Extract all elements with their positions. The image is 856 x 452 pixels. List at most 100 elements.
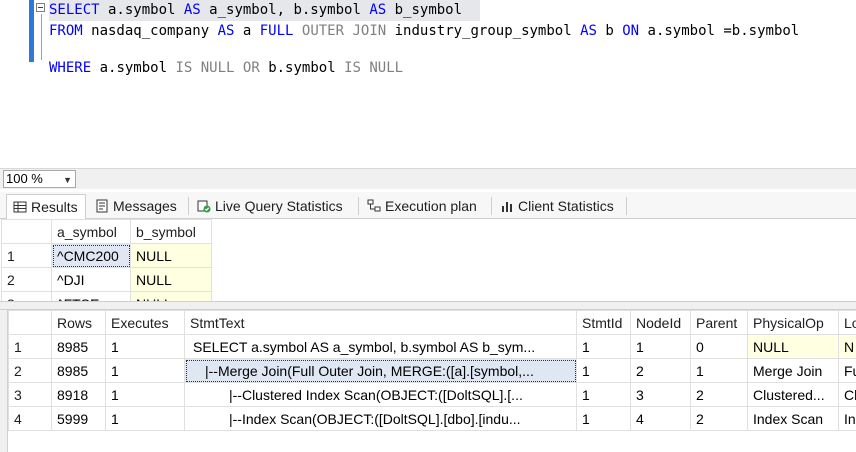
cell[interactable]: 1 [630, 334, 691, 359]
cell[interactable]: 5999 [51, 406, 106, 431]
sql-keyword: NULL [369, 60, 404, 76]
cell[interactable]: Index Scan [747, 406, 839, 431]
results-grid-2[interactable]: Rows Executes StmtText StmtId NodeId Par… [0, 310, 856, 452]
column-header-logicalop[interactable]: LogicalOp [838, 310, 856, 335]
cell[interactable]: Clustered Index Scan [838, 382, 856, 407]
table-row[interactable]: 3 8918 1 |--Clustered Index Scan(OBJECT:… [8, 382, 856, 407]
tab-live-query-statistics[interactable]: Live Query Statistics [191, 194, 343, 218]
tab-results[interactable]: Results [6, 194, 86, 219]
row-number[interactable]: 3 [8, 382, 52, 407]
cell[interactable]: |--Clustered Index Scan(OBJECT:([DoltSQL… [184, 382, 577, 407]
cell[interactable]: 1 [105, 406, 185, 431]
dropdown-arrow-icon[interactable]: ▼ [63, 172, 72, 188]
tab-execution-plan[interactable]: Execution plan [361, 194, 477, 218]
row-number[interactable]: 2 [8, 358, 52, 383]
change-tracking-bar [29, 0, 34, 62]
zoom-value: 100 % [6, 171, 43, 186]
cell[interactable]: 1 [576, 358, 631, 383]
live-stats-icon [197, 200, 211, 213]
tab-messages[interactable]: Messages [89, 194, 177, 218]
cell[interactable]: 2 [690, 406, 748, 431]
cell[interactable]: SELECT a.symbol AS a_symbol, b.symbol AS… [184, 334, 577, 359]
row-number-header[interactable] [8, 310, 52, 335]
code-line[interactable]: SELECT a.symbol AS a_symbol, b.symbol AS… [49, 0, 481, 21]
sql-keyword: AS [580, 23, 597, 39]
cell[interactable]: Index Scan [838, 406, 856, 431]
table-row[interactable]: 2 ^DJI NULL [1, 267, 212, 292]
cell[interactable]: 0 [690, 334, 748, 359]
row-number-header[interactable] [1, 219, 52, 244]
cell[interactable]: 8985 [51, 334, 106, 359]
table-row[interactable]: 4 5999 1 |--Index Scan(OBJECT:([DoltSQL]… [8, 406, 856, 431]
column-header-a-symbol[interactable]: a_symbol [51, 219, 131, 244]
code-line[interactable]: FROM nasdaq_company AS a FULL OUTER JOIN… [49, 21, 799, 42]
sql-keyword: WHERE [49, 60, 92, 76]
row-number[interactable]: 1 [8, 334, 52, 359]
cell[interactable]: 8985 [51, 358, 106, 383]
cell[interactable]: Clustered... [747, 382, 839, 407]
cell[interactable]: 1 [576, 382, 631, 407]
row-number[interactable]: 3 [1, 291, 52, 301]
column-header-rows[interactable]: Rows [51, 310, 106, 335]
cell[interactable]: Merge Join [747, 358, 839, 383]
zoom-dropdown[interactable]: 100 % ▼ [3, 170, 76, 188]
cell[interactable]: 2 [630, 358, 691, 383]
sql-keyword: IS [344, 60, 361, 76]
cell[interactable]: 1 [576, 334, 631, 359]
cell[interactable]: |--Merge Join(Full Outer Join, MERGE:([a… [184, 358, 577, 383]
query-editor[interactable]: SELECT a.symbol AS a_symbol, b.symbol AS… [0, 0, 856, 168]
grid-splitter[interactable] [0, 301, 856, 310]
column-header-executes[interactable]: Executes [105, 310, 185, 335]
cell[interactable]: 4 [630, 406, 691, 431]
tab-client-statistics[interactable]: Client Statistics [494, 194, 614, 218]
tab-divider [188, 197, 189, 215]
collapse-icon[interactable] [36, 3, 45, 12]
column-header-stmtid[interactable]: StmtId [576, 310, 631, 335]
cell[interactable]: 1 [105, 382, 185, 407]
column-header-stmttext[interactable]: StmtText [184, 310, 577, 335]
row-number[interactable]: 2 [1, 267, 52, 292]
sql-text: a.symbol [91, 60, 176, 76]
sql-keyword: SELECT [49, 2, 100, 18]
code-line[interactable]: WHERE a.symbol IS NULL OR b.symbol IS NU… [49, 58, 799, 79]
row-number[interactable]: 4 [8, 406, 52, 431]
table-row[interactable]: 3 ^FTSE NULL [1, 291, 212, 301]
messages-icon [96, 199, 108, 213]
column-header-parent[interactable]: Parent [690, 310, 748, 335]
sql-text: b [596, 23, 623, 39]
cell[interactable]: 3 [630, 382, 691, 407]
sql-keyword: AS [217, 23, 235, 39]
tab-divider [626, 197, 627, 215]
sql-keyword: AS [369, 2, 387, 18]
cell[interactable]: Full Outer Join [838, 358, 856, 383]
results-table-2: Rows Executes StmtText StmtId NodeId Par… [8, 310, 856, 431]
cell[interactable]: 1 [690, 358, 748, 383]
cell[interactable]: ^FTSE [51, 291, 131, 301]
table-row[interactable]: 1 ^CMC200 NULL [1, 243, 212, 268]
table-row[interactable]: 2 8985 1 |--Merge Join(Full Outer Join, … [8, 358, 856, 383]
column-header-physicalop[interactable]: PhysicalOp [747, 310, 839, 335]
cell[interactable]: 1 [105, 358, 185, 383]
table-row[interactable]: 1 8985 1 SELECT a.symbol AS a_symbol, b.… [8, 334, 856, 359]
cell[interactable]: |--Index Scan(OBJECT:([DoltSQL].[dbo].[i… [184, 406, 577, 431]
cell[interactable]: ^CMC200 [51, 243, 131, 268]
cell[interactable]: NULL [747, 334, 839, 359]
cell[interactable]: 2 [690, 382, 748, 407]
cell[interactable]: 8918 [51, 382, 106, 407]
row-number[interactable]: 1 [1, 243, 52, 268]
cell[interactable]: 1 [105, 334, 185, 359]
column-header-b-symbol[interactable]: b_symbol [130, 219, 212, 244]
cell[interactable]: NULL [130, 243, 212, 268]
cell[interactable]: ^DJI [51, 267, 131, 292]
cell[interactable]: NULL [130, 267, 212, 292]
sql-text: a [234, 23, 260, 39]
sql-code[interactable]: SELECT a.symbol AS a_symbol, b.symbol AS… [49, 0, 799, 95]
cell[interactable]: NULL [130, 291, 212, 301]
results-grid-1[interactable]: a_symbol b_symbol 1 ^CMC200 NULL 2 ^DJI … [0, 219, 856, 301]
column-header-nodeid[interactable]: NodeId [630, 310, 691, 335]
fold-guide [41, 14, 42, 60]
cell[interactable]: 1 [576, 406, 631, 431]
cell[interactable]: NULL [838, 334, 856, 359]
